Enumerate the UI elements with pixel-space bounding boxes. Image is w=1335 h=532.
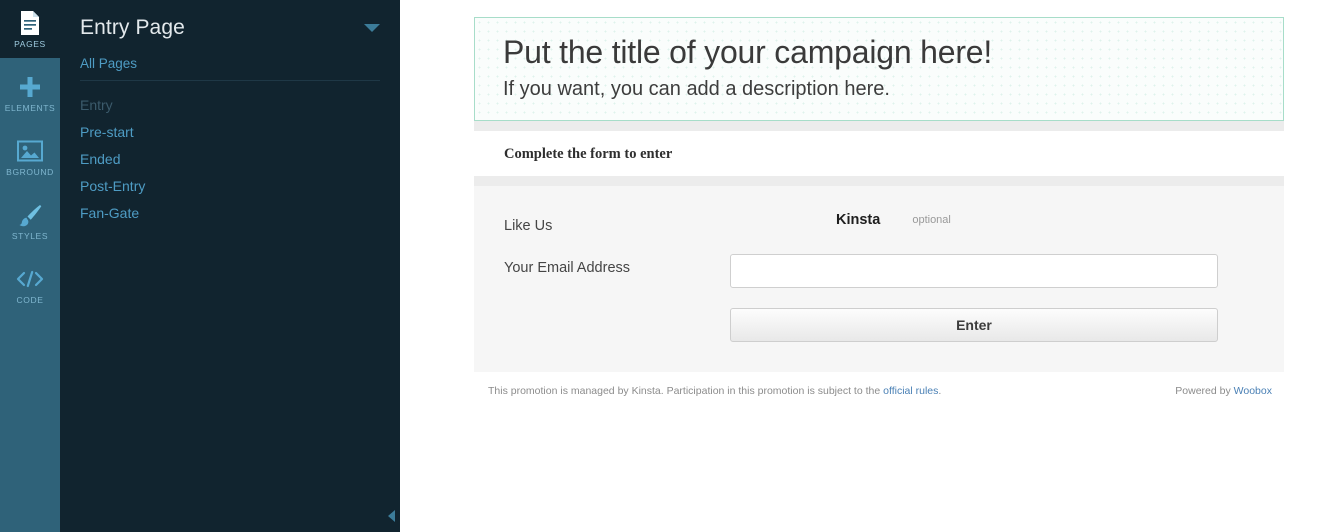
promo-footer: This promotion is managed by Kinsta. Par… [474,372,1284,397]
rail-item-styles[interactable]: STYLES [0,192,60,250]
like-us-control: Kinsta optional [730,212,1254,228]
chevron-down-icon[interactable] [364,24,380,32]
paintbrush-icon [17,202,43,228]
page-item-fan-gate[interactable]: Fan-Gate [80,200,380,227]
like-brand-name: Kinsta [836,212,881,228]
pages-panel: Entry Page All Pages Entry Pre-start End… [60,0,400,532]
footer-powered-by: Powered by Woobox [1175,385,1272,397]
email-row: Your Email Address [504,254,1254,288]
page-list: Entry Pre-start Ended Post-Entry Fan-Gat… [60,81,400,227]
rail-item-bground[interactable]: BGROUND [0,128,60,186]
title-block[interactable]: Put the title of your campaign here! If … [474,17,1284,121]
promo-container: Put the title of your campaign here! If … [474,0,1284,397]
page-item-pre-start[interactable]: Pre-start [80,119,380,146]
tool-rail: PAGES ELEMENTS BGROUND STYLES CODE [0,0,60,532]
campaign-title: Put the title of your campaign here! [503,34,993,70]
rail-label-code: CODE [16,294,44,305]
footer-legal-text: This promotion is managed by Kinsta. Par… [488,385,941,397]
woobox-link[interactable]: Woobox [1234,385,1272,397]
page-item-post-entry[interactable]: Post-Entry [80,173,380,200]
campaign-description: If you want, you can add a description h… [503,78,890,100]
panel-header: Entry Page [60,0,400,48]
form-heading: Complete the form to enter [504,146,673,162]
entry-form: Like Us Kinsta optional Your Email Addre… [474,186,1284,372]
rail-label-bground: BGROUND [6,166,54,177]
page-item-entry[interactable]: Entry [80,92,380,119]
official-rules-link[interactable]: official rules [883,385,938,397]
rail-label-styles: STYLES [11,230,49,241]
like-us-row: Like Us Kinsta optional [504,212,1254,234]
email-field[interactable] [730,254,1218,288]
like-optional-badge: optional [912,214,951,226]
rail-label-pages: PAGES [14,38,46,49]
plus-icon [18,74,42,100]
enter-control: Enter [730,308,1254,342]
powered-by-prefix: Powered by [1175,385,1234,397]
rail-item-pages[interactable]: PAGES [0,0,60,58]
all-pages-link[interactable]: All Pages [80,56,380,71]
code-icon [16,266,44,292]
image-icon [17,138,43,164]
page-item-ended[interactable]: Ended [80,146,380,173]
chevron-left-icon[interactable] [388,510,395,522]
rail-item-code[interactable]: CODE [0,256,60,314]
rail-label-elements: ELEMENTS [4,102,56,113]
footer-legal-suffix: . [938,385,942,397]
enter-row: Enter [504,308,1254,342]
footer-legal-prefix: This promotion is managed by Kinsta. Par… [488,385,884,397]
form-heading-strip: Complete the form to enter [474,131,1284,176]
like-us-label: Like Us [504,218,553,234]
enter-button[interactable]: Enter [730,308,1218,342]
band-top [474,121,1284,131]
rail-item-elements[interactable]: ELEMENTS [0,64,60,122]
email-label: Your Email Address [504,260,631,276]
all-pages-row: All Pages [80,48,380,81]
document-icon [19,10,41,36]
campaign-canvas: Put the title of your campaign here! If … [400,0,1335,532]
page-title: Entry Page [80,16,185,39]
band-middle [474,176,1284,186]
email-control [730,254,1254,288]
